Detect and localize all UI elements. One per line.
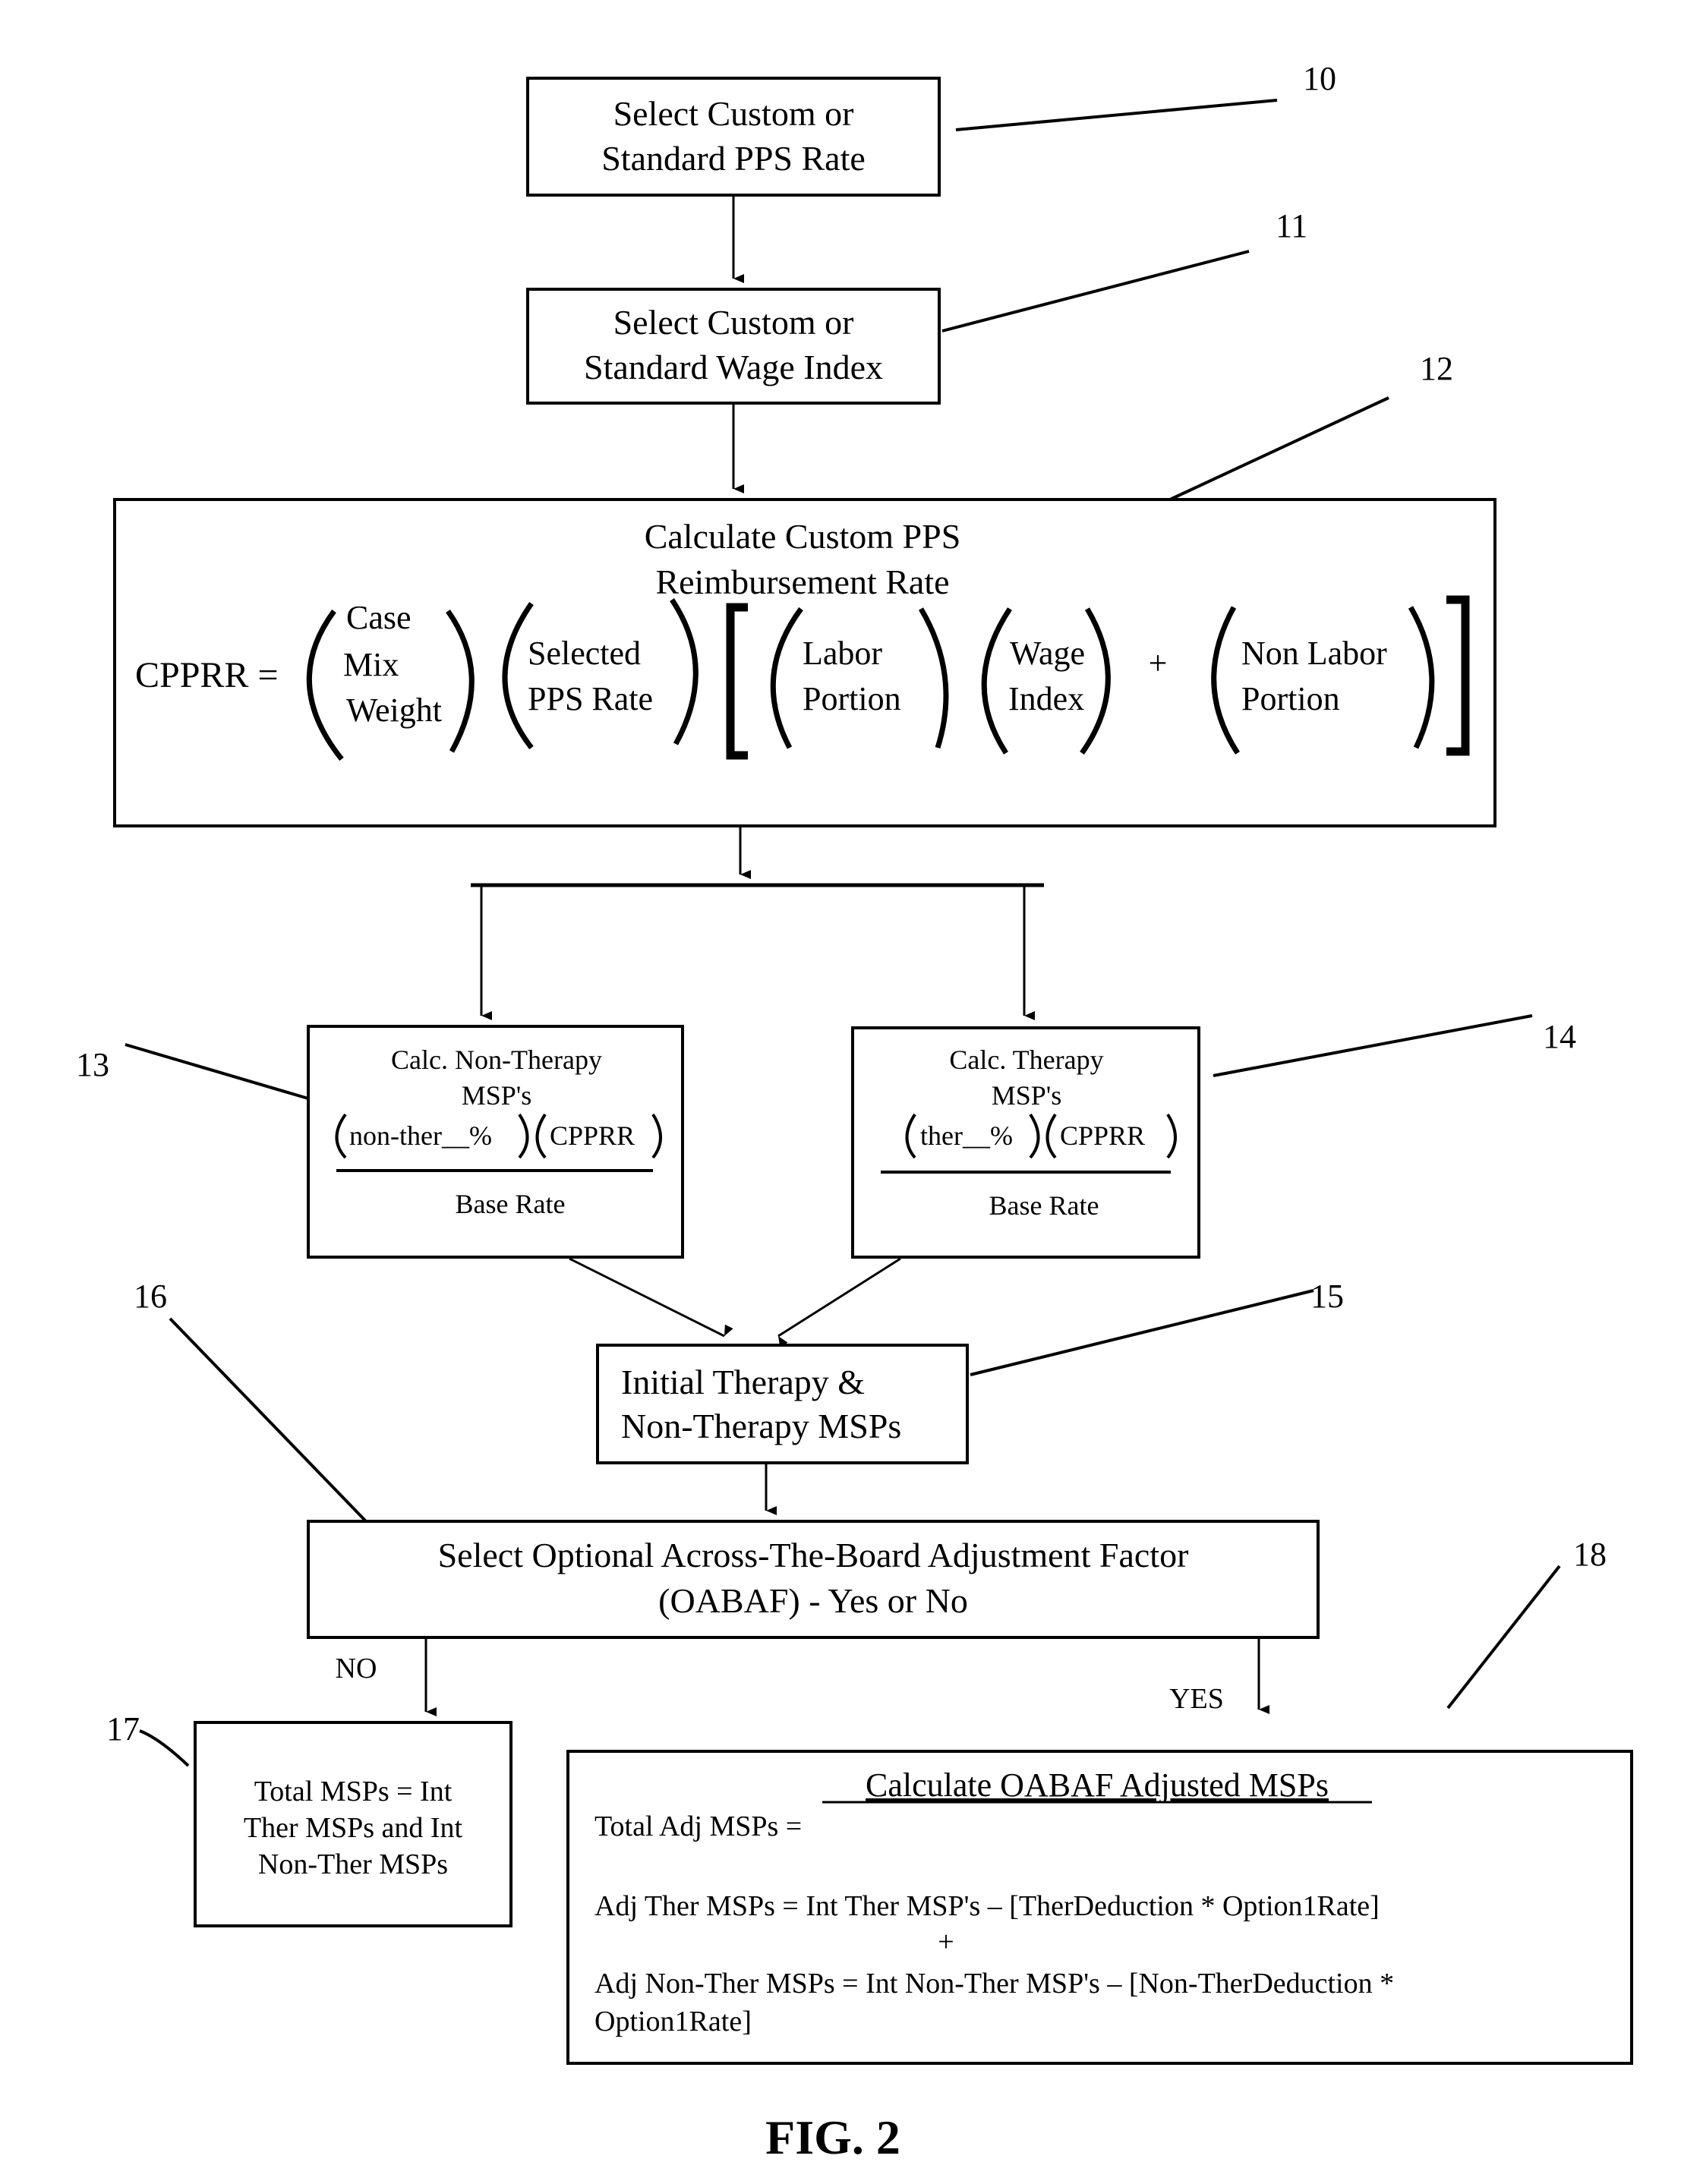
ref-18: 18 bbox=[1446, 1536, 1607, 1710]
node-14-line-1: Calc. Therapy bbox=[949, 1045, 1103, 1075]
factor-index: Index bbox=[1008, 680, 1084, 717]
node-select-oabaf: Select Optional Across-The-Board Adjustm… bbox=[307, 1520, 1320, 1639]
node-13-line-1: Calc. Non-Therapy bbox=[391, 1045, 602, 1075]
ref-14: 14 bbox=[1213, 1014, 1576, 1077]
leader-line-14 bbox=[1213, 1014, 1533, 1077]
ref-label-10: 10 bbox=[1303, 60, 1336, 97]
node-select-wage-index: Select Custom or Standard Wage Index bbox=[526, 288, 941, 405]
factor-non-labor-portion: Portion bbox=[1241, 680, 1340, 717]
node-13-denominator: Base Rate bbox=[456, 1189, 566, 1219]
node-calc-non-therapy-msps: Calc. Non-Therapy MSP's non-ther__% CPPR… bbox=[307, 1025, 684, 1259]
node-13-numerator-a: non-ther__% bbox=[349, 1120, 492, 1151]
figure-caption: FIG. 2 bbox=[765, 2110, 900, 2164]
ref-label-16: 16 bbox=[134, 1278, 167, 1315]
ref-label-15: 15 bbox=[1310, 1278, 1344, 1315]
leader-line-12 bbox=[1169, 396, 1389, 501]
node-15-line-2: Non-Therapy MSPs bbox=[621, 1407, 901, 1445]
ref-17: 17 bbox=[106, 1710, 190, 1767]
node-11-line-2: Standard Wage Index bbox=[584, 348, 883, 386]
node-initial-msps: Initial Therapy & Non-Therapy MSPs bbox=[596, 1344, 969, 1464]
factor-case: Case bbox=[346, 599, 412, 636]
node-18-line-3: Adj Non-Ther MSPs = Int Non-Ther MSP's –… bbox=[594, 1968, 1394, 2000]
leader-line-17 bbox=[139, 1729, 190, 1767]
node-17-line-3: Non-Ther MSPs bbox=[258, 1848, 448, 1880]
node-14-numerator-b: CPPRR bbox=[1060, 1120, 1145, 1151]
node-16-line-1: Select Optional Across-The-Board Adjustm… bbox=[438, 1536, 1189, 1574]
node-17-line-2: Ther MSPs and Int bbox=[244, 1812, 463, 1844]
node-12-title-2: Reimbursement Rate bbox=[655, 563, 949, 601]
ref-label-13: 13 bbox=[76, 1046, 109, 1083]
node-calc-custom-pps-rate: Calculate Custom PPS Reimbursement Rate … bbox=[113, 498, 1496, 827]
factor-selected: Selected bbox=[528, 635, 641, 672]
ref-16: 16 bbox=[134, 1278, 367, 1523]
node-16-line-2: (OABAF) - Yes or No bbox=[658, 1581, 968, 1620]
node-calc-therapy-msps: Calc. Therapy MSP's ther__% CPPRR Base R… bbox=[851, 1026, 1200, 1259]
leader-line-18 bbox=[1446, 1565, 1561, 1710]
node-18-line-4: Option1Rate] bbox=[594, 2006, 752, 2037]
factor-mix: Mix bbox=[343, 646, 399, 683]
node-calc-oabaf-adjusted-msps: Calculate OABAF Adjusted MSPs Total Adj … bbox=[566, 1750, 1633, 2065]
ref-label-12: 12 bbox=[1420, 350, 1453, 387]
factor-pps-rate: PPS Rate bbox=[528, 680, 653, 717]
leader-line-11 bbox=[941, 250, 1250, 332]
node-total-msps: Total MSPs = Int Ther MSPs and Int Non-T… bbox=[194, 1721, 512, 1927]
node-11-line-1: Select Custom or bbox=[613, 303, 854, 342]
ref-label-17: 17 bbox=[106, 1710, 140, 1748]
ref-13: 13 bbox=[76, 1043, 324, 1105]
node-14-denominator: Base Rate bbox=[989, 1190, 1099, 1221]
factor-labor-portion: Portion bbox=[803, 680, 901, 717]
ref-10: 10 bbox=[955, 60, 1336, 131]
formula-lhs: CPPRR = bbox=[135, 655, 279, 695]
arrow-13-to-15 bbox=[569, 1257, 733, 1338]
factor-labor: Labor bbox=[803, 635, 882, 672]
node-18-title: Calculate OABAF Adjusted MSPs bbox=[866, 1766, 1329, 1804]
node-17-line-1: Total MSPs = Int bbox=[254, 1776, 453, 1807]
leader-line-10 bbox=[955, 99, 1278, 131]
leader-line-16 bbox=[169, 1317, 367, 1523]
edge-label-yes: YES bbox=[1169, 1683, 1224, 1715]
ref-label-14: 14 bbox=[1543, 1018, 1576, 1055]
node-18-line-1: Total Adj MSPs = bbox=[594, 1811, 802, 1842]
node-14-numerator-a: ther__% bbox=[920, 1120, 1013, 1151]
arrow-14-to-15 bbox=[777, 1257, 901, 1348]
node-10-line-1: Select Custom or bbox=[613, 94, 854, 133]
factor-non-labor: Non Labor bbox=[1241, 635, 1387, 672]
node-13-numerator-b: CPPRR bbox=[550, 1120, 635, 1151]
ref-label-11: 11 bbox=[1276, 207, 1307, 244]
formula-plus: + bbox=[1149, 644, 1168, 682]
node-18-plus: + bbox=[938, 1926, 954, 1958]
node-10-line-2: Standard PPS Rate bbox=[601, 139, 866, 178]
node-12-title-1: Calculate Custom PPS bbox=[645, 517, 961, 556]
node-14-line-2: MSP's bbox=[992, 1080, 1062, 1111]
node-18-line-2: Adj Ther MSPs = Int Ther MSP's – [TherDe… bbox=[594, 1890, 1380, 1922]
node-15-line-1: Initial Therapy & bbox=[621, 1363, 865, 1401]
flowchart-canvas: 10 11 12 13 14 15 16 17 18 NO YES Select… bbox=[76, 60, 1633, 2164]
node-13-line-2: MSP's bbox=[462, 1080, 532, 1111]
node-select-pps-rate: Select Custom or Standard PPS Rate bbox=[526, 77, 941, 197]
ref-12: 12 bbox=[1169, 350, 1453, 501]
factor-wage: Wage bbox=[1010, 635, 1085, 672]
ref-label-18: 18 bbox=[1573, 1536, 1607, 1573]
edge-label-no: NO bbox=[336, 1653, 377, 1684]
ref-15: 15 bbox=[970, 1278, 1344, 1376]
leader-line-13 bbox=[125, 1043, 324, 1105]
leader-line-15 bbox=[970, 1289, 1314, 1376]
factor-weight: Weight bbox=[346, 692, 442, 729]
ref-11: 11 bbox=[941, 207, 1307, 332]
